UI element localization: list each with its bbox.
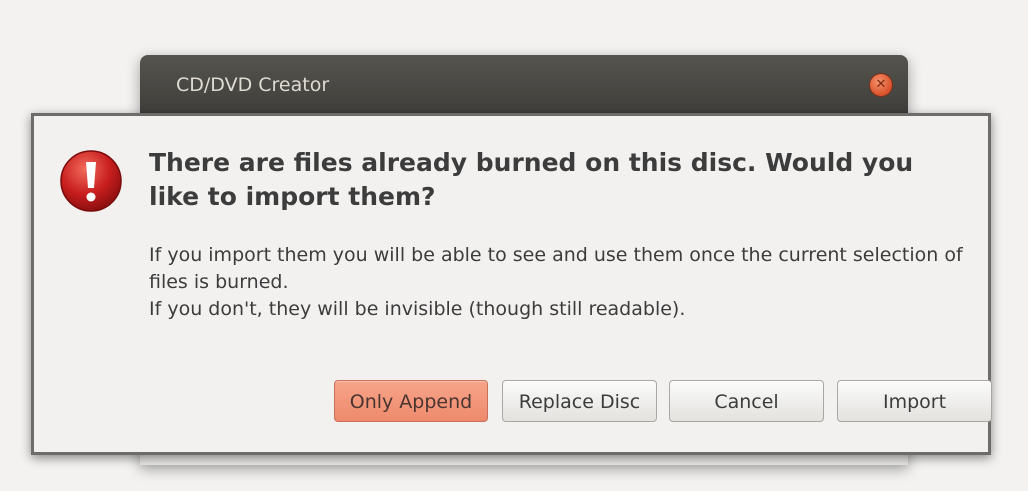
window-title: CD/DVD Creator <box>176 74 330 96</box>
button-row: Only Append Replace Disc Cancel Import <box>34 380 992 426</box>
import-dialog: There are files already burned on this d… <box>31 113 992 455</box>
dialog-body: If you import them you will be able to s… <box>149 242 979 323</box>
warning-icon <box>60 150 122 212</box>
close-icon[interactable]: ✕ <box>870 74 892 96</box>
screen: CD/DVD Creator ✕ There are files already… <box>0 0 1028 491</box>
only-append-button[interactable]: Only Append <box>334 380 488 422</box>
cancel-button[interactable]: Cancel <box>669 380 824 422</box>
dialog-headline: There are files already burned on this d… <box>149 148 914 211</box>
replace-disc-button[interactable]: Replace Disc <box>502 380 657 422</box>
dialog-body-line-1: If you import them you will be able to s… <box>149 244 963 293</box>
import-button[interactable]: Import <box>837 380 992 422</box>
title-bar[interactable]: CD/DVD Creator ✕ <box>140 55 908 117</box>
dialog-body-line-2: If you don't, they will be invisible (th… <box>149 298 686 320</box>
